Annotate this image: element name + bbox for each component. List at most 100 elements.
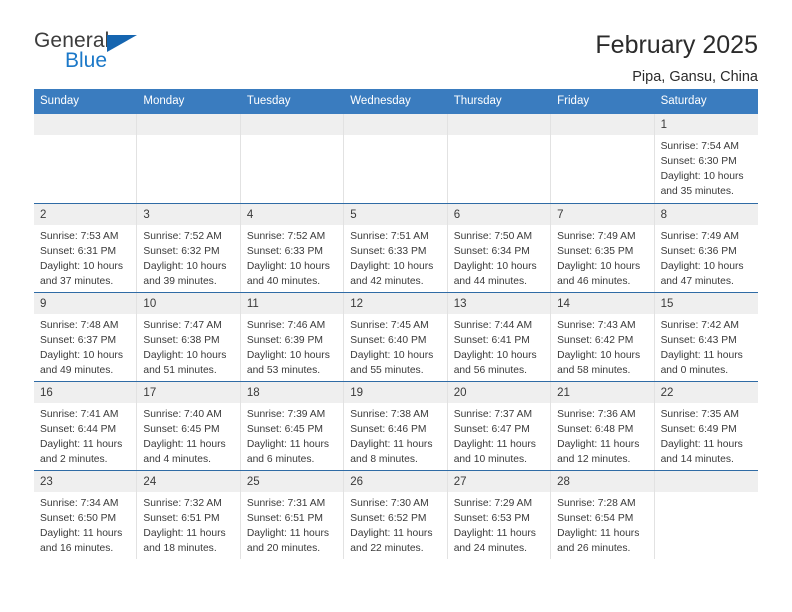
calendar-day-cell[interactable]: 26 Sunrise: 7:30 AM Sunset: 6:52 PM Dayligh…: [344, 470, 448, 559]
daylight-text: Daylight: 10 hours and 53 minutes.: [246, 350, 330, 377]
daylight-text: Daylight: 10 hours and 51 minutes.: [143, 350, 227, 377]
calendar-day-cell-empty: [654, 470, 758, 559]
calendar-day-cell-empty: [137, 113, 241, 203]
calendar-day-cell[interactable]: 25 Sunrise: 7:31 AM Sunset: 6:51 PM Dayligh…: [240, 470, 345, 559]
calendar-day-cell[interactable]: 22 Sunrise: 7:35 AM Sunset: 6:49 PM Dayligh…: [654, 381, 758, 470]
daylight-text: Daylight: 10 hours and 46 minutes.: [557, 261, 641, 288]
sunrise-text: Sunrise: 7:41 AM: [40, 408, 119, 420]
day-number: 16: [34, 381, 137, 403]
day-number: 6: [447, 203, 551, 225]
sunrise-text: Sunrise: 7:40 AM: [143, 408, 222, 420]
day-number: 22: [654, 381, 758, 403]
calendar-week-row: 1 Sunrise: 7:54 AM Sunset: 6:30 PM Daylight…: [34, 113, 758, 203]
calendar-day-cell[interactable]: 15 Sunrise: 7:42 AM Sunset: 6:43 PM Dayligh…: [654, 292, 758, 381]
sunset-text: Sunset: 6:32 PM: [143, 246, 220, 258]
day-number: 26: [344, 470, 447, 492]
calendar-day-cell[interactable]: 14 Sunrise: 7:43 AM Sunset: 6:42 PM Dayligh…: [551, 292, 655, 381]
day-sun-info: Sunrise: 7:52 AM Sunset: 6:32 PM Daylight:…: [137, 225, 239, 290]
day-sun-info: Sunrise: 7:46 AM Sunset: 6:39 PM Daylight:…: [241, 314, 343, 379]
day-sun-info: Sunrise: 7:53 AM Sunset: 6:31 PM Daylight:…: [34, 225, 136, 290]
calendar-day-cell[interactable]: 5 Sunrise: 7:51 AM Sunset: 6:33 PM Daylight…: [344, 203, 448, 292]
calendar-day-cell[interactable]: 12 Sunrise: 7:45 AM Sunset: 6:40 PM Dayligh…: [344, 292, 448, 381]
sunset-text: Sunset: 6:45 PM: [143, 424, 220, 436]
sunrise-text: Sunrise: 7:31 AM: [246, 497, 326, 509]
day-number: 8: [654, 203, 758, 225]
sunset-text: Sunset: 6:47 PM: [453, 424, 530, 436]
calendar-day-cell[interactable]: 8 Sunrise: 7:49 AM Sunset: 6:36 PM Daylight…: [654, 203, 758, 292]
day-sun-info: Sunrise: 7:39 AM Sunset: 6:45 PM Daylight:…: [241, 403, 343, 468]
calendar-day-cell[interactable]: 6 Sunrise: 7:50 AM Sunset: 6:34 PM Daylight…: [447, 203, 552, 292]
daylight-text: Daylight: 11 hours and 18 minutes.: [143, 528, 226, 555]
weekday-saturday: Saturday: [660, 95, 707, 107]
sunrise-text: Sunrise: 7:38 AM: [350, 408, 429, 420]
calendar-day-cell-empty: [551, 113, 655, 203]
sunset-text: Sunset: 6:42 PM: [557, 335, 634, 347]
daylight-text: Daylight: 11 hours and 12 minutes.: [557, 439, 640, 466]
calendar-day-cell[interactable]: 2 Sunrise: 7:53 AM Sunset: 6:31 PM Daylight…: [34, 203, 138, 292]
calendar-day-cell[interactable]: 28 Sunrise: 7:28 AM Sunset: 6:54 PM Dayligh…: [551, 470, 655, 559]
sunset-text: Sunset: 6:53 PM: [453, 513, 530, 525]
daylight-text: Daylight: 11 hours and 16 minutes.: [40, 528, 123, 555]
sunset-text: Sunset: 6:52 PM: [350, 513, 427, 525]
day-sun-info: Sunrise: 7:43 AM Sunset: 6:42 PM Daylight:…: [551, 314, 653, 379]
day-number: 27: [447, 470, 551, 492]
sunrise-text: Sunrise: 7:52 AM: [246, 230, 326, 242]
sunset-text: Sunset: 6:51 PM: [143, 513, 220, 525]
calendar-week-row: 2 Sunrise: 7:53 AM Sunset: 6:31 PM Daylight…: [34, 202, 758, 292]
sunrise-text: Sunrise: 7:53 AM: [40, 230, 119, 242]
day-sun-info: Sunrise: 7:36 AM Sunset: 6:48 PM Daylight:…: [551, 403, 653, 468]
calendar-day-cell[interactable]: 3 Sunrise: 7:52 AM Sunset: 6:32 PM Daylight…: [137, 203, 241, 292]
daylight-text: Daylight: 10 hours and 42 minutes.: [350, 261, 434, 288]
calendar-day-cell[interactable]: 21 Sunrise: 7:36 AM Sunset: 6:48 PM Dayligh…: [551, 381, 655, 470]
calendar-day-cell[interactable]: 19 Sunrise: 7:38 AM Sunset: 6:46 PM Dayligh…: [344, 381, 448, 470]
calendar-day-cell[interactable]: 16 Sunrise: 7:41 AM Sunset: 6:44 PM Dayligh…: [34, 381, 138, 470]
sunset-text: Sunset: 6:43 PM: [660, 335, 737, 347]
day-sun-info: Sunrise: 7:34 AM Sunset: 6:50 PM Daylight:…: [34, 492, 136, 557]
daylight-text: Daylight: 11 hours and 4 minutes.: [143, 439, 226, 466]
calendar-weeks: 1 Sunrise: 7:54 AM Sunset: 6:30 PM Daylight…: [34, 113, 758, 559]
calendar-day-cell[interactable]: 17 Sunrise: 7:40 AM Sunset: 6:45 PM Dayligh…: [137, 381, 241, 470]
calendar-day-cell[interactable]: 4 Sunrise: 7:52 AM Sunset: 6:33 PM Daylight…: [240, 203, 345, 292]
calendar-day-cell[interactable]: 27 Sunrise: 7:29 AM Sunset: 6:53 PM Dayligh…: [447, 470, 552, 559]
day-number: 2: [34, 203, 137, 225]
day-number: 24: [137, 470, 240, 492]
day-number: [344, 113, 447, 135]
day-number: 12: [344, 292, 447, 314]
calendar-day-cell[interactable]: 24 Sunrise: 7:32 AM Sunset: 6:51 PM Dayligh…: [137, 470, 241, 559]
general-blue-logo[interactable]: General Blue: [34, 30, 154, 78]
daylight-text: Daylight: 11 hours and 14 minutes.: [660, 439, 743, 466]
calendar-day-cell[interactable]: 11 Sunrise: 7:46 AM Sunset: 6:39 PM Dayligh…: [240, 292, 345, 381]
day-number: 1: [654, 113, 758, 135]
day-number: 7: [551, 203, 654, 225]
daylight-text: Daylight: 10 hours and 37 minutes.: [40, 261, 123, 288]
calendar-day-cell[interactable]: 23 Sunrise: 7:34 AM Sunset: 6:50 PM Dayligh…: [34, 470, 138, 559]
calendar-day-cell[interactable]: 10 Sunrise: 7:47 AM Sunset: 6:38 PM Dayligh…: [137, 292, 241, 381]
page-title: February 2025: [595, 31, 758, 59]
sunrise-text: Sunrise: 7:45 AM: [350, 319, 429, 331]
day-number: 23: [34, 470, 137, 492]
sunset-text: Sunset: 6:49 PM: [660, 424, 737, 436]
daylight-text: Daylight: 11 hours and 24 minutes.: [453, 528, 536, 555]
sunset-text: Sunset: 6:44 PM: [40, 424, 117, 436]
daylight-text: Daylight: 11 hours and 20 minutes.: [246, 528, 330, 555]
day-sun-info: Sunrise: 7:29 AM Sunset: 6:53 PM Daylight:…: [448, 492, 550, 557]
day-sun-info: Sunrise: 7:45 AM Sunset: 6:40 PM Daylight:…: [344, 314, 446, 379]
calendar-table: Sunday Monday Tuesday Wednesday Thursday…: [34, 89, 758, 559]
daylight-text: Daylight: 10 hours and 40 minutes.: [246, 261, 330, 288]
calendar-day-cell[interactable]: 20 Sunrise: 7:37 AM Sunset: 6:47 PM Dayligh…: [447, 381, 552, 470]
day-sun-info: Sunrise: 7:51 AM Sunset: 6:33 PM Daylight:…: [344, 225, 446, 290]
calendar-day-cell[interactable]: 9 Sunrise: 7:48 AM Sunset: 6:37 PM Daylight…: [34, 292, 138, 381]
day-sun-info: Sunrise: 7:35 AM Sunset: 6:49 PM Daylight:…: [655, 403, 758, 468]
day-sun-info: Sunrise: 7:52 AM Sunset: 6:33 PM Daylight:…: [241, 225, 343, 290]
day-sun-info: Sunrise: 7:38 AM Sunset: 6:46 PM Daylight:…: [344, 403, 446, 468]
calendar-day-cell[interactable]: 18 Sunrise: 7:39 AM Sunset: 6:45 PM Dayligh…: [240, 381, 345, 470]
weekday-monday: Monday: [143, 95, 185, 107]
sunrise-text: Sunrise: 7:51 AM: [350, 230, 429, 242]
sunrise-text: Sunrise: 7:28 AM: [557, 497, 636, 509]
calendar-day-cell[interactable]: 7 Sunrise: 7:49 AM Sunset: 6:35 PM Daylight…: [551, 203, 655, 292]
day-number: [137, 113, 240, 135]
sunrise-text: Sunrise: 7:52 AM: [143, 230, 222, 242]
calendar-day-cell[interactable]: 1 Sunrise: 7:54 AM Sunset: 6:30 PM Daylight…: [654, 113, 758, 203]
calendar-day-cell[interactable]: 13 Sunrise: 7:44 AM Sunset: 6:41 PM Dayligh…: [447, 292, 552, 381]
day-sun-info: Sunrise: 7:48 AM Sunset: 6:37 PM Daylight:…: [34, 314, 136, 379]
